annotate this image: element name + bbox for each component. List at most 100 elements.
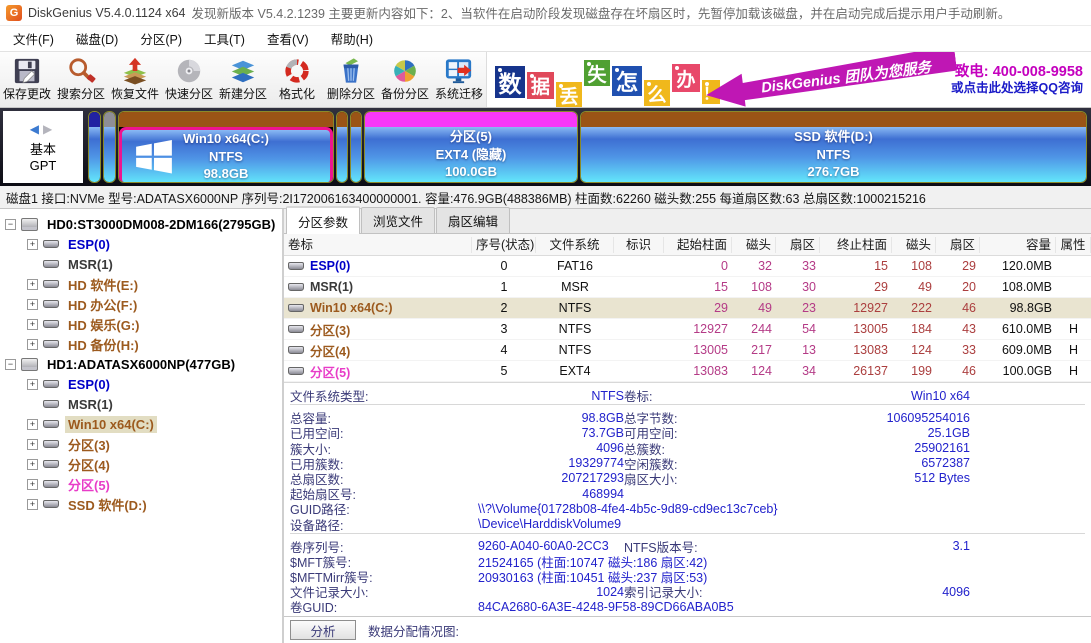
disk-mode-label: 基本 [29,141,56,157]
partition-block-body [351,127,361,182]
partition-block-header [119,112,333,127]
tab-2[interactable]: 浏览文件 [361,207,436,233]
cell-fs: NTFS [558,301,592,315]
tree-item-7[interactable]: − HD1:ADATASX6000NP(477GB) [0,354,282,374]
menu-item-view[interactable]: 查看(V) [256,26,320,51]
tree-item-label: 分区(4) [68,457,110,473]
col-header-cap[interactable]: 容量 [980,236,1056,253]
expand-icon[interactable]: + [27,238,38,250]
prev-disk-arrow-icon[interactable]: ◀ [30,122,43,136]
partition-block-part4[interactable] [350,111,362,183]
collapse-icon[interactable]: − [5,358,16,370]
menu-item-file[interactable]: 文件(F) [2,26,65,51]
recover-files-button[interactable]: 恢复文件 [108,52,162,107]
search-partition-button[interactable]: 搜索分区 [54,52,108,107]
partition-block-part5[interactable]: 分区(5) EXT4 (隐藏) 100.0GB [364,111,578,183]
tree-item-9[interactable]: MSR(1) [0,394,282,414]
tab-3[interactable]: 扇区编辑 [436,207,511,233]
tile-pin-dot [705,82,709,86]
menu-item-partition[interactable]: 分区(P) [129,26,193,51]
cell-eh: 222 [911,301,932,315]
slogan-tile-1: 数 [495,66,525,98]
col-header-flag[interactable]: 标识 [614,236,664,253]
tree-item-3[interactable]: + HD 软件(E:) [0,274,282,294]
expand-icon[interactable]: + [27,458,38,470]
col-header-name[interactable]: 卷标 [284,236,472,253]
tree-item-13[interactable]: + 分区(5) [0,474,282,494]
expand-icon[interactable]: + [27,438,38,450]
new-partition-button[interactable]: 新建分区 [216,52,270,107]
col-header-ss[interactable]: 扇区 [776,236,820,253]
details-row: 设备路径: \Device\HarddiskVolume9 [290,515,1085,533]
partition-block-msr[interactable] [103,111,116,183]
expand-icon[interactable]: + [27,298,38,310]
promo-banner[interactable]: 数据丢失怎么办！ DiskGenius 团队为您服务 致电: 400-008-9… [486,52,1091,107]
cell-cap: 100.0GB [1002,364,1052,378]
table-row-0[interactable]: ESP(0) 0 FAT16 0 32 33 15 108 29 120.0MB [284,256,1091,277]
system-migration-button[interactable]: 系统迁移 [432,52,486,107]
tree-item-11[interactable]: + 分区(3) [0,434,282,454]
slogan-tile-5: 怎 [612,66,642,96]
table-row-1[interactable]: MSR(1) 1 MSR 15 108 30 29 49 20 108.0MB [284,277,1091,298]
tree-item-5[interactable]: + HD 娱乐(G:) [0,314,282,334]
collapse-icon[interactable]: − [5,218,16,230]
table-row-3[interactable]: 分区(3) 3 NTFS 12927 244 54 13005 184 43 610.0MB H [284,319,1091,340]
tree-item-12[interactable]: + 分区(4) [0,454,282,474]
tab-1[interactable]: 分区参数 [286,206,361,234]
tree-item-10[interactable]: + Win10 x64(C:) [0,414,282,434]
col-header-sc[interactable]: 起始柱面 [664,236,732,253]
tree-item-1[interactable]: + ESP(0) [0,234,282,254]
col-header-eh[interactable]: 磁头 [892,236,936,253]
format-button[interactable]: 格式化 [270,52,324,107]
tree-item-8[interactable]: + ESP(0) [0,374,282,394]
details-row: 卷GUID: 84CA2680-6A3E-4248-9F58-89CD66ABA0… [290,597,1085,616]
expand-icon[interactable]: + [27,418,38,430]
expand-icon[interactable]: + [27,478,38,490]
partition-block-part3[interactable] [336,111,348,183]
table-row-2[interactable]: Win10 x64(C:) 2 NTFS 29 49 23 12927 222 46 98.8GB [284,298,1091,319]
col-header-es[interactable]: 扇区 [936,236,980,253]
partition-block-esp[interactable] [88,111,101,183]
backup-partition-button[interactable]: 备份分区 [378,52,432,107]
delete-partition-button[interactable]: 删除分区 [324,52,378,107]
cell-sc: 29 [714,301,728,315]
expand-icon[interactable]: + [27,318,38,330]
tree-item-6[interactable]: + HD 备份(H:) [0,334,282,354]
save-changes-button[interactable]: 保存更改 [0,52,54,107]
menu-item-tools[interactable]: 工具(T) [193,26,256,51]
col-header-sh[interactable]: 磁头 [732,236,776,253]
table-row-4[interactable]: 分区(4) 4 NTFS 13005 217 13 13083 124 33 609.0MB H [284,340,1091,361]
cell-sh: 108 [751,280,772,294]
partition-block-text: Win10 x64(C:) NTFS 98.8GB [183,131,269,182]
details-row: 文件系统类型: NTFS 卷标: Win10 x64 [290,386,1085,405]
analyze-button[interactable]: 分析 [290,620,356,640]
cell-fs: FAT16 [557,259,593,273]
col-header-attr[interactable]: 属性 [1056,236,1091,253]
menu-item-help[interactable]: 帮助(H) [320,26,384,51]
tree-item-0[interactable]: − HD0:ST3000DM008-2DM166(2795GB) [0,214,282,234]
partition-block-ssd-d[interactable]: SSD 软件(D:) NTFS 276.7GB [580,111,1087,183]
col-header-num[interactable]: 序号(状态) [472,236,536,253]
menu-item-disk[interactable]: 磁盘(D) [65,26,129,51]
table-row-5[interactable]: 分区(5) 5 EXT4 13083 124 34 26137 199 46 100.0GB H [284,361,1091,382]
expand-icon[interactable]: + [27,498,38,510]
cell-eh: 108 [911,259,932,273]
qq-consult-link[interactable]: 或点击此处选择QQ咨询 [951,81,1083,97]
cell-cap: 120.0MB [1001,259,1052,273]
col-header-ec[interactable]: 终止柱面 [820,236,892,253]
slogan-tile-7: 办 [672,64,700,92]
expand-icon[interactable]: + [27,378,38,390]
tree-item-2[interactable]: MSR(1) [0,254,282,274]
expand-icon[interactable]: + [27,338,38,350]
col-header-fs[interactable]: 文件系统 [536,236,614,253]
partition-block-win10-c[interactable]: Win10 x64(C:) NTFS 98.8GB [118,111,334,183]
allocation-chart-label: 数据分配情况图: [368,624,459,639]
quick-partition-button[interactable]: 快速分区 [162,52,216,107]
tree-item-4[interactable]: + HD 办公(F:) [0,294,282,314]
cell-es: 46 [962,301,976,315]
next-disk-arrow-icon[interactable]: ▶ [43,122,56,136]
expand-icon[interactable]: + [27,278,38,290]
drive-icon [43,340,59,348]
tile-pin-dot [647,82,651,86]
tree-item-14[interactable]: + SSD 软件(D:) [0,494,282,514]
